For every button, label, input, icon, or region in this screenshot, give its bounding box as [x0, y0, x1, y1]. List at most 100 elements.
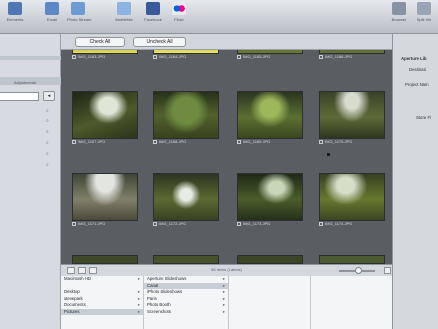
thumbnail-item[interactable]: IMG_1172.JPG: [153, 173, 219, 228]
checkbox[interactable]: [237, 139, 241, 144]
filename: IMG_1165.JPG: [243, 54, 271, 59]
preset-menu-button[interactable]: ◂: [43, 91, 55, 101]
toolbar-button-flickr[interactable]: Flickr: [168, 2, 190, 22]
slider-knob[interactable]: [355, 267, 362, 274]
row-label: Canal: [147, 282, 159, 288]
toolbar-button-email[interactable]: Email: [41, 2, 63, 22]
toolbar-button-label: Elements: [6, 17, 24, 22]
thumbnail-partial: [237, 255, 303, 264]
filename: IMG_1166.JPG: [325, 54, 353, 59]
thumbnail-partial: [319, 255, 385, 264]
flickr-icon: [172, 2, 186, 15]
filename: IMG_1169.JPG: [243, 139, 271, 144]
disclosure-arrow-icon: ▸: [137, 276, 140, 281]
toolbar-button-photo-stream[interactable]: Photo Stream: [67, 2, 92, 22]
checkbox[interactable]: [237, 54, 241, 59]
thumbnail-partial: [72, 255, 138, 264]
preset-field[interactable]: [0, 92, 39, 101]
row-label: iPhoto Slideshows: [147, 289, 183, 294]
thumbnail-item[interactable]: IMG_1169.JPG: [237, 91, 303, 146]
magnifier-icon[interactable]: ⌕: [46, 118, 52, 124]
disclosure-arrow-icon: ▸: [222, 308, 225, 314]
checkbox[interactable]: [319, 221, 323, 226]
filename: IMG_1168.JPG: [159, 139, 187, 144]
thumbnail-item[interactable]: IMG_1173.JPG: [237, 173, 303, 228]
browser-column-empty: [311, 276, 392, 329]
mouse-cursor-icon: [327, 153, 330, 156]
browser-row-selected[interactable]: Pictures ▸: [61, 308, 143, 315]
browser-column-volumes: Macintosh HD ▸ Desktop ▸ stevepark ▸ Docume…: [61, 276, 144, 329]
thumbnail-caption: IMG_1174.JPG: [319, 221, 385, 228]
thumbnail-partial: [153, 255, 219, 264]
row-label: Documents: [64, 302, 86, 307]
toolbar-button-facebook[interactable]: Facebook: [142, 2, 164, 22]
row-label: Pictures: [64, 308, 80, 314]
check-all-button[interactable]: Check All: [75, 37, 125, 47]
magnifier-icon[interactable]: ⌕: [46, 129, 52, 135]
thumbnail-item[interactable]: IMG_1166.JPG: [319, 50, 385, 61]
column-browser: Macintosh HD ▸ Desktop ▸ stevepark ▸ Docume…: [61, 276, 392, 329]
thumbnail-item[interactable]: IMG_1165.JPG: [237, 50, 303, 61]
checkbox[interactable]: [72, 221, 76, 226]
thumbnail-item[interactable]: IMG_1167.JPG: [72, 91, 138, 146]
row-label: Macintosh HD: [64, 276, 91, 281]
filename: IMG_1171.JPG: [78, 221, 106, 226]
checkbox[interactable]: [319, 139, 323, 144]
thumbnail-image: [72, 173, 138, 221]
browser-icon: [392, 2, 406, 15]
thumbnail-caption: IMG_1169.JPG: [237, 139, 303, 146]
thumbnail-item[interactable]: IMG_1170.JPG: [319, 91, 385, 146]
thumbnail-caption: IMG_1165.JPG: [237, 54, 303, 61]
thumbnail-size-slider[interactable]: [339, 267, 375, 274]
checkbox[interactable]: [153, 54, 157, 59]
split-view-icon: [417, 2, 431, 15]
toolbar-button-elements[interactable]: Elements: [4, 2, 26, 22]
filename: IMG_1173.JPG: [243, 221, 271, 226]
magnifier-icon[interactable]: ⌕: [46, 140, 52, 146]
thumbnail-image: [319, 173, 385, 221]
thumbnail-item[interactable]: IMG_1171.JPG: [72, 173, 138, 228]
checkbox[interactable]: [153, 221, 157, 226]
fullscreen-button[interactable]: [384, 267, 391, 274]
magnifier-icon[interactable]: ⌕: [46, 162, 52, 168]
magnifier-icon[interactable]: ⌕: [46, 151, 52, 157]
toolbar-button-split-view[interactable]: Split Vie: [413, 2, 435, 22]
checkbox[interactable]: [237, 221, 241, 226]
thumbnail-caption: IMG_1163.JPG: [72, 54, 138, 61]
facebook-icon: [146, 2, 160, 15]
browser-row[interactable]: Macintosh HD ▸: [61, 276, 143, 283]
checkbox[interactable]: [72, 139, 76, 144]
uncheck-all-button[interactable]: Uncheck All: [133, 37, 186, 47]
thumbnail-item[interactable]: IMG_1168.JPG: [153, 91, 219, 146]
checkbox[interactable]: [153, 139, 157, 144]
toolbar-button-label: Photo Stream: [67, 17, 92, 22]
row-label: Screenshots: [147, 308, 171, 314]
toolbar-button-label: MobileMe: [115, 17, 133, 22]
thumbnail-caption: IMG_1172.JPG: [153, 221, 219, 228]
browser-column-pictures: Aperture Slideshows ▸ Canal ▸ iPhoto Slide…: [144, 276, 229, 329]
thumbnail-item[interactable]: IMG_1164.JPG: [153, 50, 219, 61]
destination-label: Destinati: [409, 67, 426, 72]
toolbar-button-browser[interactable]: Browser: [388, 2, 410, 22]
status-bar: 96 items (Labels): [61, 264, 392, 276]
import-settings-panel: Aperture Lib Destinati Project Nam Store…: [392, 34, 438, 329]
disclosure-arrow-icon: ▸: [137, 308, 140, 314]
toolbar-button-label: Facebook: [144, 17, 162, 22]
panel-divider: [0, 56, 61, 60]
panel-title: Aperture Lib: [401, 56, 427, 61]
toolbar: Elements Email Photo Stream MobileMe Fac…: [0, 0, 438, 34]
filename: IMG_1174.JPG: [325, 221, 353, 226]
thumbnail-caption: IMG_1170.JPG: [319, 139, 385, 146]
toolbar-button-label: Flickr: [174, 17, 184, 22]
thumbnail-item[interactable]: IMG_1174.JPG: [319, 173, 385, 228]
checkbox[interactable]: [319, 54, 323, 59]
browser-row[interactable]: Screenshots ▸: [144, 309, 228, 316]
toolbar-button-mobileme[interactable]: MobileMe: [113, 2, 135, 22]
thumbnail-item[interactable]: IMG_1163.JPG: [72, 50, 138, 61]
row-label: Photo Booth: [147, 302, 171, 307]
checkbox[interactable]: [72, 54, 76, 59]
magnifier-icon[interactable]: ⌕: [46, 108, 52, 114]
filename: IMG_1172.JPG: [159, 221, 187, 226]
store-files-label: Store Fi: [416, 115, 432, 120]
photo-stream-icon: [71, 2, 85, 15]
